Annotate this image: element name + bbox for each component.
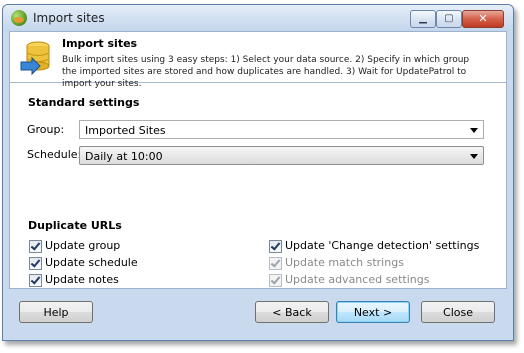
checkbox-checked[interactable] bbox=[29, 257, 42, 270]
schedule-label: Schedule: bbox=[27, 148, 82, 161]
dialog-content: Import sites Bulk import sites using 3 e… bbox=[9, 31, 507, 289]
checkbox-checked-disabled[interactable] bbox=[269, 274, 282, 287]
update-schedule-label: Update schedule bbox=[45, 256, 138, 269]
help-button[interactable]: Help bbox=[19, 301, 93, 323]
group-label: Group: bbox=[27, 123, 65, 136]
header-description: Bulk import sites using 3 easy steps: 1)… bbox=[62, 55, 470, 89]
back-button[interactable]: < Back bbox=[255, 301, 329, 323]
duplicate-urls-heading: Duplicate URLs bbox=[28, 219, 122, 232]
chevron-down-icon bbox=[470, 128, 478, 133]
close-window-button[interactable]: ✕ bbox=[462, 10, 504, 28]
header-title: Import sites bbox=[62, 37, 138, 50]
update-advanced-label: Update advanced settings bbox=[285, 273, 430, 286]
update-match-strings-label: Update match strings bbox=[285, 256, 404, 269]
group-combo[interactable]: Imported Sites bbox=[79, 120, 484, 139]
app-icon bbox=[11, 10, 27, 26]
minimize-button[interactable]: ▁ bbox=[410, 10, 436, 28]
checkbox-checked[interactable] bbox=[29, 274, 42, 287]
window-title: Import sites bbox=[33, 11, 105, 25]
title-bar[interactable]: Import sites ▁ ▢ ✕ bbox=[3, 5, 513, 31]
database-import-icon bbox=[20, 41, 50, 76]
group-combo-value: Imported Sites bbox=[85, 124, 166, 137]
chevron-down-icon bbox=[470, 154, 478, 159]
schedule-combo-value: Daily at 10:00 bbox=[85, 150, 163, 163]
checkbox-checked[interactable] bbox=[29, 240, 42, 253]
maximize-button[interactable]: ▢ bbox=[436, 10, 462, 28]
import-sites-window: Import sites ▁ ▢ ✕ Import sites Bulk imp… bbox=[2, 4, 514, 341]
checkbox-checked-disabled[interactable] bbox=[269, 257, 282, 270]
update-group-label: Update group bbox=[45, 239, 121, 252]
next-button[interactable]: Next > bbox=[336, 301, 410, 323]
header-panel: Import sites Bulk import sites using 3 e… bbox=[10, 32, 506, 89]
checkbox-checked[interactable] bbox=[269, 240, 282, 253]
update-change-detection-label: Update 'Change detection' settings bbox=[285, 239, 480, 252]
schedule-combo[interactable]: Daily at 10:00 bbox=[79, 146, 484, 165]
update-notes-label: Update notes bbox=[45, 273, 119, 286]
standard-settings-heading: Standard settings bbox=[28, 96, 140, 109]
close-button[interactable]: Close bbox=[421, 301, 495, 323]
